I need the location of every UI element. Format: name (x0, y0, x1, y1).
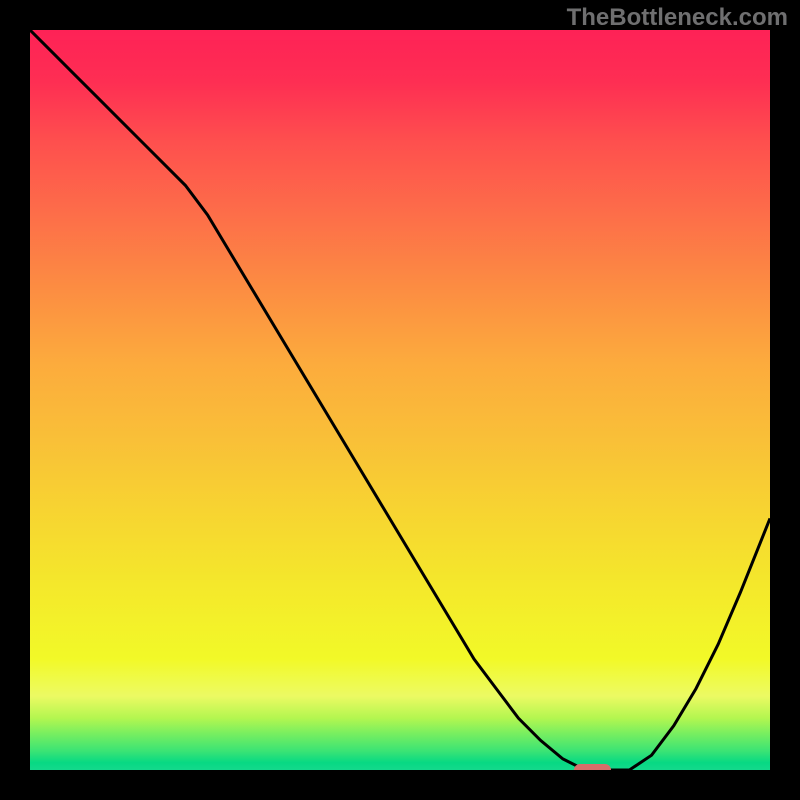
minimum-marker (574, 764, 611, 770)
plot-area (30, 30, 770, 770)
figure-container: TheBottleneck.com (0, 0, 800, 800)
watermark-text: TheBottleneck.com (567, 4, 788, 32)
bottleneck-curve (30, 30, 770, 770)
curve-line (30, 30, 770, 770)
